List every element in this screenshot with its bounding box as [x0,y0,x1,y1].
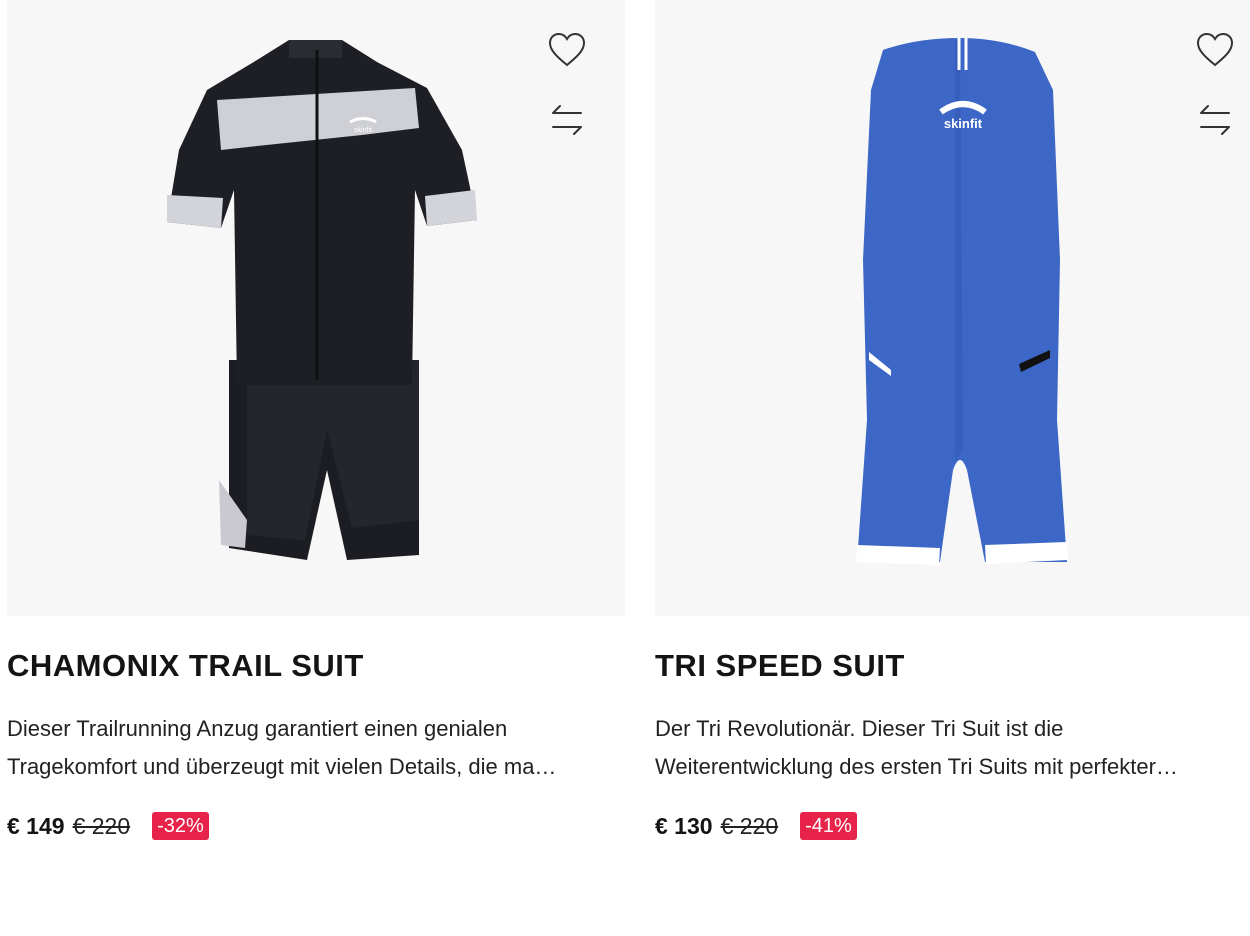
product-image-chamonix-trail-suit[interactable]: skinfit [7,0,625,616]
product-card-chamonix[interactable]: skinfit CHAMONIX TRAIL SUIT Dieser Trail… [7,0,625,840]
product-card-tri-speed[interactable]: skinfit TRI SPEED SUIT Der Tri Revolutio… [655,0,1250,840]
description-line: Der Tri Revolutionär. Dieser Tri Suit is… [655,716,1064,741]
product-description: Dieser Trailrunning Anzug garantiert ein… [7,710,607,786]
product-image-container[interactable]: skinfit [7,0,625,616]
svg-text:skinfit: skinfit [354,127,372,134]
compare-swap-arrows-icon[interactable] [1195,100,1235,140]
product-image-tri-speed-suit[interactable]: skinfit [655,0,1250,616]
wishlist-heart-icon[interactable] [547,30,587,70]
discount-badge: -32% [152,812,209,840]
product-image-container[interactable]: skinfit [655,0,1250,616]
original-price: € 220 [72,812,131,839]
wishlist-heart-icon[interactable] [1195,30,1235,70]
description-line: Dieser Trailrunning Anzug garantiert ein… [7,716,508,741]
original-price: € 220 [720,812,779,839]
product-title[interactable]: TRI SPEED SUIT [655,648,905,684]
price-row: € 149 € 220 -32% [7,812,209,840]
compare-swap-arrows-icon[interactable] [547,100,587,140]
description-line: Tragekomfort und überzeugt mit vielen De… [7,754,557,779]
discount-badge: -41% [800,812,857,840]
price-row: € 130 € 220 -41% [655,812,857,840]
product-title[interactable]: CHAMONIX TRAIL SUIT [7,648,364,684]
svg-text:skinfit: skinfit [944,116,983,131]
product-description: Der Tri Revolutionär. Dieser Tri Suit is… [655,710,1250,786]
current-price: € 130 [655,812,713,839]
current-price: € 149 [7,812,65,839]
description-line: Weiterentwicklung des ersten Tri Suits m… [655,754,1178,779]
